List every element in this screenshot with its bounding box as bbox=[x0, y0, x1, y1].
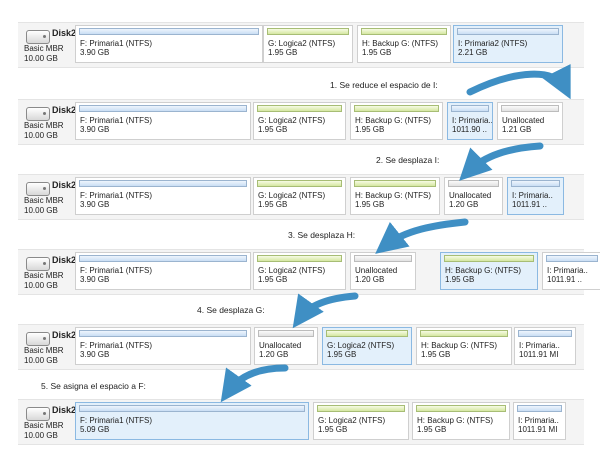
step-arrows bbox=[220, 64, 571, 403]
arrow-step-5-icon bbox=[220, 364, 289, 403]
arrow-step-2-icon bbox=[459, 142, 544, 181]
arrow-step-4-icon bbox=[292, 292, 359, 329]
arrow-step-1-icon bbox=[466, 64, 571, 100]
arrow-step-3-icon bbox=[375, 218, 469, 254]
